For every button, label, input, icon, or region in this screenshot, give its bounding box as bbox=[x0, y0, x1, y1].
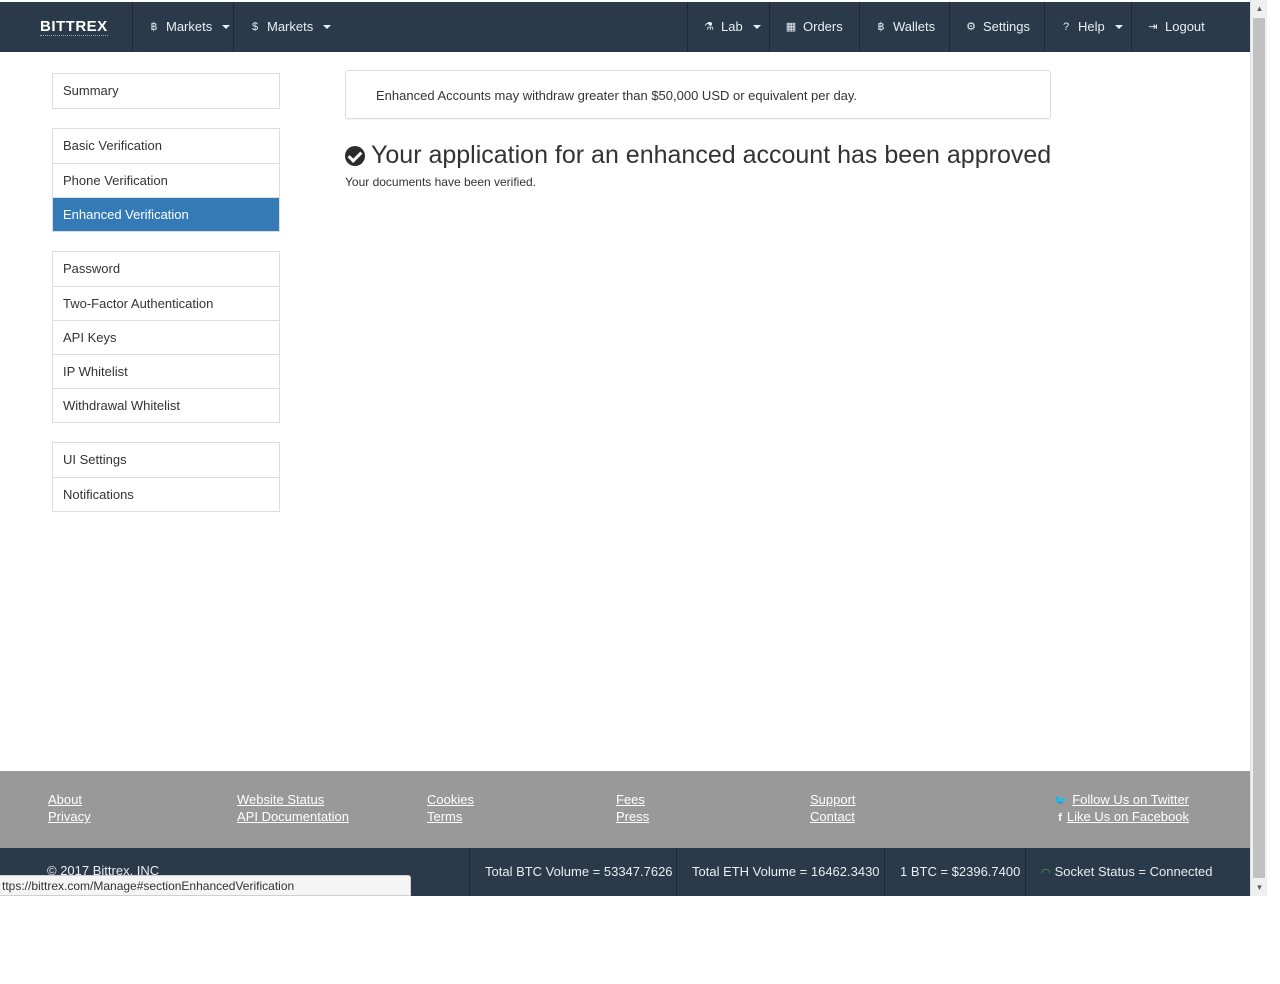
nav-orders[interactable]: ▦ Orders bbox=[769, 2, 858, 52]
bitcoin-icon: ฿ bbox=[877, 21, 885, 33]
footer-link-press[interactable]: Press bbox=[616, 809, 649, 824]
scroll-up-arrow-icon[interactable]: ▲ bbox=[1251, 0, 1268, 17]
nav-btc-markets-label: Markets bbox=[166, 19, 213, 34]
socket-status: ◠ Socket Status = Connected bbox=[1025, 848, 1228, 896]
caret-down-icon bbox=[752, 25, 761, 29]
sidebar-item-basic-verification[interactable]: Basic Verification bbox=[53, 129, 279, 163]
btc-volume: Total BTC Volume = 53347.7626 bbox=[469, 848, 688, 896]
footer-link-contact[interactable]: Contact bbox=[810, 809, 855, 824]
bitcoin-icon: ฿ bbox=[150, 21, 158, 33]
nav-usd-markets-label: Markets bbox=[267, 19, 314, 34]
nav-wallets[interactable]: ฿ Wallets bbox=[859, 2, 950, 52]
facebook-icon: f bbox=[1058, 812, 1062, 824]
sidebar-item-enhanced-verification[interactable]: Enhanced Verification bbox=[53, 197, 279, 231]
nav-help[interactable]: ? Help bbox=[1044, 2, 1138, 52]
sidebar-group-summary: Summary bbox=[52, 73, 280, 109]
scrollbar-thumb[interactable] bbox=[1253, 18, 1265, 878]
footer-link-support[interactable]: Support bbox=[810, 792, 856, 807]
sidebar-group-preferences: UI Settings Notifications bbox=[52, 442, 280, 512]
nav-btc-markets[interactable]: ฿ Markets bbox=[132, 2, 245, 52]
page-subtitle: Your documents have been verified. bbox=[345, 175, 537, 189]
sidebar-group-verification: Basic Verification Phone Verification En… bbox=[52, 128, 280, 232]
brand-logo[interactable]: BITTREX bbox=[40, 2, 108, 52]
btc-price: 1 BTC = $2396.7400 bbox=[884, 848, 1035, 896]
caret-down-icon bbox=[222, 25, 231, 29]
dollar-icon: $ bbox=[251, 21, 259, 33]
flask-icon: ⚗ bbox=[704, 21, 714, 33]
eth-volume: Total ETH Volume = 16462.3430 bbox=[676, 848, 895, 896]
sidebar-item-phone-verification[interactable]: Phone Verification bbox=[53, 163, 279, 197]
nav-orders-label: Orders bbox=[803, 19, 843, 34]
sidebar-item-two-factor[interactable]: Two-Factor Authentication bbox=[53, 286, 279, 320]
sidebar-item-notifications[interactable]: Notifications bbox=[53, 477, 279, 511]
footer-link-website-status[interactable]: Website Status bbox=[237, 792, 324, 807]
top-navbar: BITTREX ฿ Markets $ Markets ⚗ Lab ▦ Orde… bbox=[0, 2, 1250, 52]
footer-link-api-documentation[interactable]: API Documentation bbox=[237, 809, 349, 824]
footer-link-cookies[interactable]: Cookies bbox=[427, 792, 474, 807]
check-circle-icon bbox=[345, 145, 365, 166]
link-url-tooltip: ttps://bittrex.com/Manage#sectionEnhance… bbox=[0, 875, 411, 896]
twitter-icon: 🐦 bbox=[1053, 795, 1068, 807]
caret-down-icon bbox=[1114, 25, 1123, 29]
nav-settings[interactable]: ⚙ Settings bbox=[949, 2, 1045, 52]
footer-link-terms[interactable]: Terms bbox=[427, 809, 462, 824]
page-title: Your application for an enhanced account… bbox=[345, 141, 1051, 170]
nav-logout[interactable]: ⇥ Logout bbox=[1131, 2, 1220, 52]
footer-link-about[interactable]: About bbox=[48, 792, 82, 807]
sidebar-item-api-keys[interactable]: API Keys bbox=[53, 320, 279, 354]
footer-link-twitter[interactable]: Follow Us on Twitter bbox=[1072, 792, 1189, 807]
socket-status-text: Socket Status = Connected bbox=[1054, 864, 1213, 879]
footer-facebook[interactable]: f Like Us on Facebook bbox=[1058, 809, 1189, 824]
scroll-down-arrow-icon[interactable]: ▼ bbox=[1251, 879, 1268, 896]
sidebar-item-summary[interactable]: Summary bbox=[53, 74, 279, 108]
sidebar-group-security: Password Two-Factor Authentication API K… bbox=[52, 251, 280, 423]
calendar-icon: ▦ bbox=[785, 21, 797, 33]
nav-wallets-label: Wallets bbox=[893, 19, 936, 34]
footer-twitter[interactable]: 🐦 Follow Us on Twitter bbox=[1054, 792, 1190, 807]
sidebar-item-password[interactable]: Password bbox=[53, 252, 279, 286]
caret-down-icon bbox=[323, 25, 332, 29]
logout-icon: ⇥ bbox=[1148, 21, 1158, 33]
footer-link-fees[interactable]: Fees bbox=[616, 792, 645, 807]
footer-link-privacy[interactable]: Privacy bbox=[48, 809, 91, 824]
nav-settings-label: Settings bbox=[983, 19, 1030, 34]
footer-links: About Privacy Website Status API Documen… bbox=[0, 771, 1250, 848]
sidebar-item-ui-settings[interactable]: UI Settings bbox=[53, 443, 279, 477]
page-scrollbar[interactable]: ▲ ▼ bbox=[1250, 0, 1267, 896]
wifi-icon: ◠ bbox=[1041, 867, 1051, 879]
gear-icon: ⚙ bbox=[966, 21, 976, 33]
question-icon: ? bbox=[1062, 21, 1070, 33]
page-title-text: Your application for an enhanced account… bbox=[371, 141, 1052, 169]
footer-link-facebook[interactable]: Like Us on Facebook bbox=[1067, 809, 1189, 824]
sidebar-item-withdrawal-whitelist[interactable]: Withdrawal Whitelist bbox=[53, 388, 279, 422]
nav-help-label: Help bbox=[1078, 19, 1105, 34]
nav-lab[interactable]: ⚗ Lab bbox=[687, 2, 776, 52]
nav-logout-label: Logout bbox=[1165, 19, 1205, 34]
info-notice: Enhanced Accounts may withdraw greater t… bbox=[345, 70, 1051, 119]
nav-usd-markets[interactable]: $ Markets bbox=[233, 2, 346, 52]
nav-lab-label: Lab bbox=[721, 19, 743, 34]
sidebar-item-ip-whitelist[interactable]: IP Whitelist bbox=[53, 354, 279, 388]
